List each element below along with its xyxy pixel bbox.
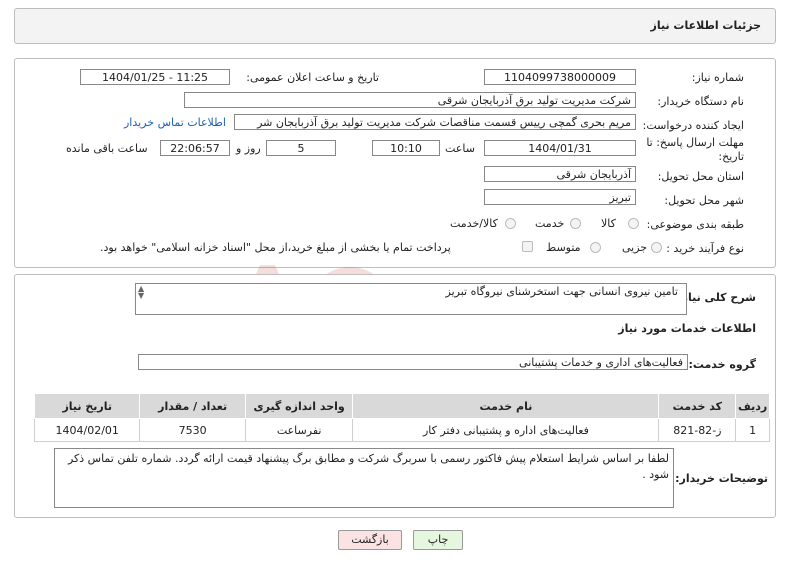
- print-button[interactable]: چاپ: [413, 530, 463, 550]
- deadline-label-line2: تاریخ:: [718, 150, 744, 163]
- col-need-date: تاریخ نیاز: [33, 393, 141, 419]
- category-goods-service-radio[interactable]: [505, 218, 516, 229]
- scroll-arrows-icon[interactable]: ▲ ▼: [138, 285, 144, 300]
- header-bar: جزئیات اطلاعات نیاز: [14, 8, 776, 44]
- col-service-code: کد خدمت: [658, 393, 737, 419]
- province-label: استان محل تحویل:: [657, 170, 744, 183]
- purchase-type-label: نوع فرآیند خرید :: [666, 242, 744, 255]
- table-header-row: ردیف کد خدمت نام خدمت واحد اندازه گیری ت…: [33, 393, 770, 419]
- remaining-time-label: ساعت باقی مانده: [66, 142, 148, 155]
- category-goods-service-label: کالا/خدمت: [450, 217, 498, 230]
- purchase-minor-label: جزیی: [622, 241, 648, 254]
- deadline-time-label: ساعت: [445, 142, 475, 155]
- city-label: شهر محل تحویل:: [664, 194, 744, 207]
- services-heading: اطلاعات خدمات مورد نیاز: [618, 322, 756, 335]
- service-group-field[interactable]: فعالیت‌های اداری و خدمات پشتیبانی: [138, 354, 688, 370]
- deadline-label-line1: مهلت ارسال پاسخ: تا: [646, 136, 744, 149]
- announce-label: تاریخ و ساعت اعلان عمومی:: [246, 71, 379, 84]
- need-number-field[interactable]: 1104099738000009: [484, 69, 636, 85]
- buyer-notes-label: توضیحات خریدار:: [675, 472, 768, 485]
- col-service-name: نام خدمت: [352, 393, 660, 419]
- requester-field[interactable]: مریم بحری گمچی رییس قسمت مناقصات شرکت مد…: [234, 114, 636, 130]
- back-button[interactable]: بازگشت: [338, 530, 402, 550]
- buyer-notes-field[interactable]: لطفا بر اساس شرایط استعلام پیش فاکتور رس…: [54, 448, 674, 508]
- buyer-label: نام دستگاه خریدار:: [657, 95, 744, 108]
- requester-label: ایجاد کننده درخواست:: [642, 119, 744, 132]
- deadline-time-field[interactable]: 10:10: [372, 140, 440, 156]
- general-description-label: شرح کلی نیاز:: [677, 291, 756, 304]
- col-unit: واحد اندازه گیری: [244, 393, 354, 419]
- category-goods-radio[interactable]: [628, 218, 639, 229]
- general-description-field[interactable]: تامین نیروی انسانی جهت استخرشنای نیروگاه…: [135, 283, 687, 315]
- col-quantity: تعداد / مقدار: [139, 393, 246, 419]
- category-goods-label: کالا: [601, 217, 616, 230]
- purchase-minor-radio[interactable]: [651, 242, 662, 253]
- general-description-text: تامین نیروی انسانی جهت استخرشنای نیروگاه…: [445, 285, 679, 298]
- buyer-contact-link[interactable]: اطلاعات تماس خریدار: [124, 116, 226, 129]
- category-service-label: خدمت: [535, 217, 565, 230]
- category-label: طبقه بندی موضوعی:: [646, 218, 744, 231]
- cell-service-name: فعالیت‌های اداره و پشتیبانی دفتر کار: [352, 418, 660, 442]
- need-number-label: شماره نیاز:: [691, 71, 744, 84]
- cell-unit: نفرساعت: [244, 418, 354, 442]
- cell-service-code: ز-82-821: [658, 418, 737, 442]
- days-label: روز و: [236, 142, 261, 155]
- service-group-label: گروه خدمت:: [688, 358, 756, 371]
- purchase-medium-radio[interactable]: [590, 242, 601, 253]
- announce-datetime-field[interactable]: 1404/01/25 - 11:25: [80, 69, 230, 85]
- remaining-time-field[interactable]: 22:06:57: [160, 140, 230, 156]
- announce-datetime-value: 1404/01/25 - 11:25: [101, 71, 209, 84]
- cell-row-number: 1: [735, 418, 770, 442]
- treasury-payment-note: پرداخت تمام یا بخشی از مبلغ خرید،از محل …: [100, 241, 451, 254]
- page-title: جزئیات اطلاعات نیاز: [650, 19, 762, 32]
- buyer-field[interactable]: شرکت مدیریت تولید برق آذربایجان شرقی: [184, 92, 636, 108]
- city-field[interactable]: تبریز: [484, 189, 636, 205]
- treasury-payment-checkbox[interactable]: [522, 241, 533, 252]
- purchase-medium-label: متوسط: [546, 241, 581, 254]
- col-row-number: ردیف: [735, 393, 770, 419]
- deadline-date-field[interactable]: 1404/01/31: [484, 140, 636, 156]
- need-info-panel: [14, 58, 776, 268]
- cell-need-date: 1404/02/01: [33, 418, 141, 442]
- buyer-notes-text: لطفا بر اساس شرایط استعلام پیش فاکتور رس…: [67, 452, 669, 481]
- category-service-radio[interactable]: [570, 218, 581, 229]
- table-row[interactable]: 1 ز-82-821 فعالیت‌های اداره و پشتیبانی د…: [33, 418, 770, 442]
- cell-quantity: 7530: [139, 418, 246, 442]
- province-field[interactable]: آذربایجان شرقی: [484, 166, 636, 182]
- services-table: ردیف کد خدمت نام خدمت واحد اندازه گیری ت…: [33, 393, 770, 442]
- days-remaining-field[interactable]: 5: [266, 140, 336, 156]
